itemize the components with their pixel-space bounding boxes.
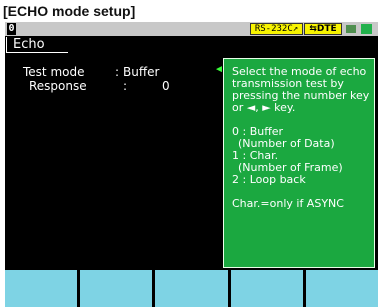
function-key-4[interactable] (227, 270, 303, 307)
status-led-icon (346, 25, 356, 33)
help-intro: Select the mode of echo transmission tes… (232, 65, 370, 114)
device-screen: 0 RS-232C↗ ⇆DTE Echo Test mode : Buffer … (5, 22, 378, 307)
test-mode-label: Test mode (23, 65, 85, 79)
test-mode-value[interactable]: Buffer (123, 65, 159, 79)
status-indicator-icon (361, 24, 372, 34)
tab-echo[interactable]: Echo (6, 37, 68, 53)
response-separator: : (123, 79, 128, 93)
dte-badge: ⇆DTE (304, 23, 342, 35)
function-key-3[interactable] (152, 270, 228, 307)
function-key-1[interactable] (5, 270, 78, 307)
screen-number: 0 (7, 23, 16, 35)
test-mode-separator: : (115, 65, 120, 79)
help-option: 2 : Loop back (232, 173, 306, 186)
function-key-bar (5, 270, 378, 307)
rs232c-badge: RS-232C↗ (250, 23, 303, 35)
response-label: Response (29, 79, 87, 93)
function-key-5[interactable] (302, 270, 378, 307)
help-note: Char.=only if ASYNC (232, 197, 344, 210)
response-value[interactable]: 0 (162, 79, 170, 93)
function-key-2[interactable] (77, 270, 153, 307)
page-caption: [ECHO mode setup] (3, 3, 136, 19)
help-panel: Select the mode of echo transmission tes… (223, 58, 375, 268)
status-bar: 0 RS-232C↗ ⇆DTE (5, 22, 378, 36)
